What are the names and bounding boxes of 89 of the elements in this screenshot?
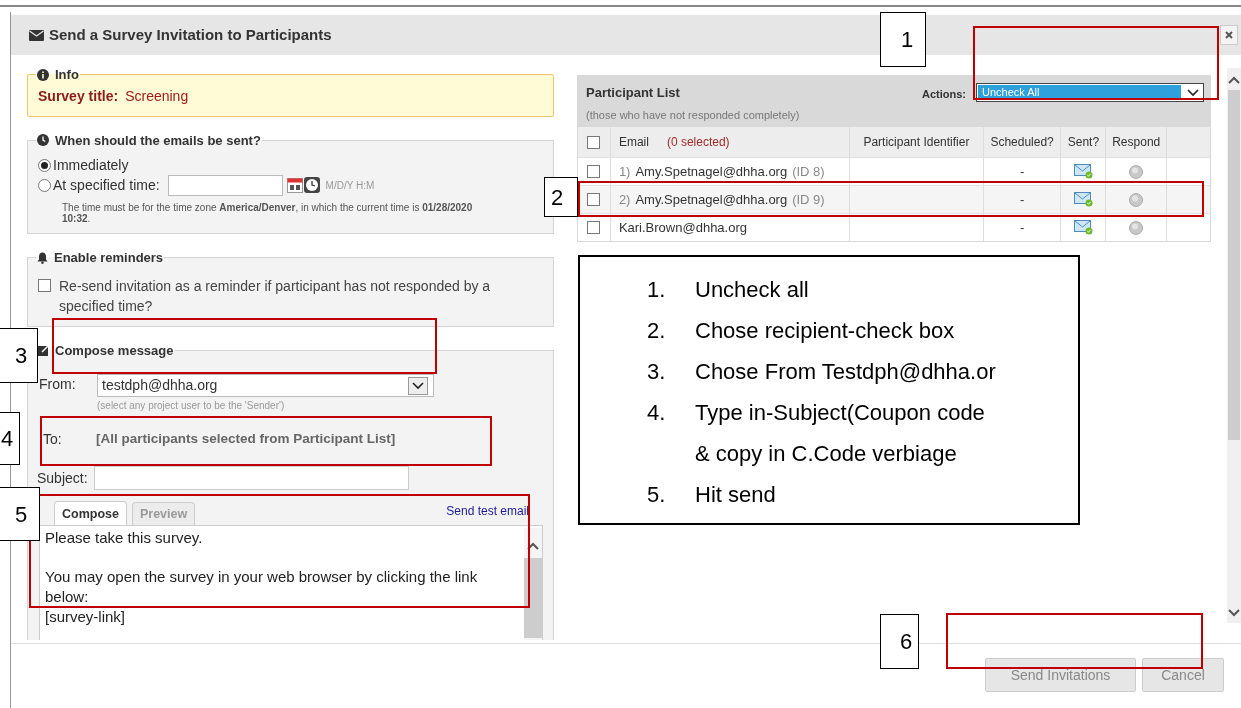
column-header: Scheduled? <box>990 134 1054 151</box>
table-cell-text: - <box>1019 218 1025 237</box>
edit-icon <box>38 344 49 356</box>
step-number: 4. <box>647 399 667 427</box>
instruction-text: Type in-Subject(Coupon code <box>695 399 985 427</box>
checkbox[interactable] <box>587 135 601 149</box>
instruction-text: & copy in C.Code verbiage <box>695 440 957 468</box>
instruction-text: Chose recipient-check box <box>695 317 955 345</box>
sender-dropdown[interactable]: testdph@dhha.org <box>97 374 434 397</box>
radio-label: Immediately <box>53 155 129 175</box>
field-label: From: <box>39 375 77 394</box>
checkbox-label: Re-send invitation as a reminder if participant has not responded by a specified time? <box>59 276 492 316</box>
callout-number: 5 <box>0 487 40 541</box>
step-number: 1. <box>647 276 667 304</box>
tab[interactable]: Compose <box>54 501 127 526</box>
close-icon <box>1225 31 1233 39</box>
participant-email: Amy.Spetnagel@dhha.org <box>635 162 788 181</box>
radio-button[interactable] <box>38 158 51 172</box>
recipients-text: [All participants selected from Participant List] <box>96 430 396 449</box>
section-title: When should the emails be sent? <box>55 131 261 150</box>
status-dot-icon <box>1129 164 1144 179</box>
radio-label: At specified time: <box>53 175 160 195</box>
field-label: Survey title: <box>38 86 119 106</box>
field-label: Subject: <box>37 468 89 488</box>
clock-icon[interactable] <box>303 177 320 193</box>
message-text: You may open the survey in your web browser by clicking the link below: <box>45 567 479 607</box>
table-subtitle: (those who have not responded completely) <box>586 107 800 123</box>
scroll-up-icon[interactable] <box>1228 76 1240 84</box>
calendar-icon[interactable] <box>286 177 303 193</box>
selection-count: (0 selected) <box>666 134 730 151</box>
callout-number: 4 <box>0 412 20 465</box>
section-title: Info <box>55 66 79 84</box>
step-number: 3. <box>647 358 667 386</box>
message-editor[interactable]: Please take this survey. You may open the survey in your web browser by clicking the link below: [survey-link] <box>39 525 543 640</box>
survey-title: Screening <box>125 86 189 106</box>
envelope-check-icon[interactable] <box>1073 164 1093 179</box>
column-header: Email <box>618 134 649 151</box>
format-hint: M/D/Y H:M <box>325 178 375 193</box>
scrollbar[interactable] <box>1227 68 1241 623</box>
time-zone-note: The time must be for the time zone America/Denver, in which the current time is 01/28/2020 10:32. <box>62 202 474 224</box>
callout-number: 3 <box>0 328 38 383</box>
participant-id: (ID 8) <box>792 162 825 181</box>
instruction-text: Hit send <box>695 481 776 509</box>
date-time-field[interactable] <box>167 174 283 196</box>
step-number: 2. <box>647 317 667 345</box>
participant-id: (ID 9) <box>792 190 825 209</box>
message-text: [survey-link] <box>45 607 127 627</box>
callout-number: 6 <box>880 614 919 669</box>
envelope-check-icon[interactable] <box>1073 220 1093 235</box>
status-dot-icon <box>1129 192 1144 207</box>
info-icon <box>37 68 49 81</box>
participant-email: Amy.Spetnagel@dhha.org <box>635 190 788 209</box>
radio-button[interactable] <box>38 178 51 192</box>
dialog-title: Send a Survey Invitation to Participants <box>49 24 332 45</box>
table-cell-text: - <box>1019 190 1025 209</box>
section-title: Compose message <box>55 341 174 360</box>
subject-field[interactable] <box>94 466 409 490</box>
checkbox[interactable] <box>38 278 51 292</box>
envelope-icon <box>29 29 44 41</box>
section-title: Enable reminders <box>54 249 164 267</box>
field-label: Actions: <box>922 87 966 102</box>
table-title: Participant List <box>586 84 680 102</box>
instruction-text: Uncheck all <box>695 276 809 304</box>
field-label: To: <box>43 430 63 449</box>
close-button[interactable] <box>1220 25 1238 45</box>
status-dot-icon <box>1129 220 1144 235</box>
callout-number: 1 <box>880 12 926 67</box>
checkbox[interactable] <box>587 221 601 234</box>
clock-icon <box>37 134 49 147</box>
table-cell-text: - <box>1019 162 1025 181</box>
field-hint: (select any project user to be the 'Sender') <box>97 399 286 413</box>
row-number: 2) <box>618 190 631 209</box>
callout-number: 2 <box>544 177 578 217</box>
column-header: Sent? <box>1067 134 1100 151</box>
row-number: 1) <box>618 162 631 181</box>
message-text: Please take this survey. <box>45 528 204 548</box>
scroll-down-icon[interactable] <box>1228 609 1240 617</box>
checkbox[interactable] <box>587 193 601 206</box>
step-number: 5. <box>647 481 667 509</box>
column-header: Participant Identifier <box>863 134 970 151</box>
scroll-up-icon[interactable] <box>527 542 539 550</box>
bell-icon <box>37 251 48 264</box>
envelope-check-icon[interactable] <box>1073 192 1093 207</box>
column-header: Respond <box>1112 134 1161 151</box>
instruction-text: Chose From Testdph@dhha.or <box>695 358 996 386</box>
send-test-email-link[interactable]: Send test email <box>446 502 529 520</box>
checkbox[interactable] <box>587 165 601 178</box>
participant-email: Kari.Brown@dhha.org <box>618 218 747 237</box>
scrollbar[interactable] <box>524 528 542 640</box>
